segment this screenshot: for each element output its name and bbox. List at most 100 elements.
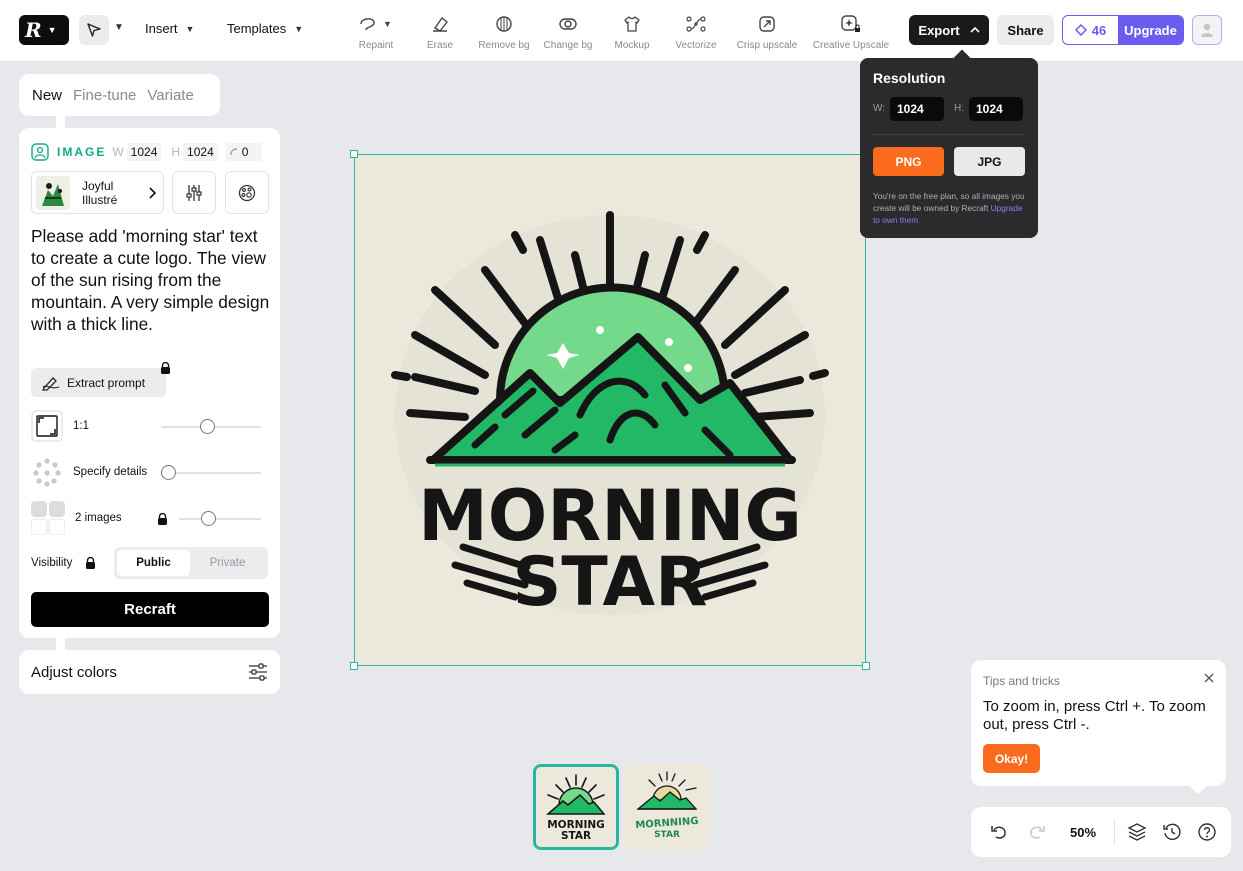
height-input[interactable]: 1024 (183, 143, 218, 161)
export-popup: Resolution W: 1024 H: 1024 PNG JPG You'r… (860, 58, 1038, 238)
export-width-input[interactable]: 1024 (890, 97, 944, 121)
aspect-ratio-icon (31, 410, 63, 442)
style-selector[interactable]: Joyful Illustré (31, 171, 164, 214)
adjust-colors-panel[interactable]: Adjust colors (19, 650, 280, 694)
vectorize-tool[interactable]: Vectorize (656, 10, 736, 51)
remove-bg-label: Remove bg (478, 40, 530, 51)
zoom-level[interactable]: 50% (1070, 825, 1096, 840)
change-bg-label: Change bg (543, 40, 593, 51)
dots-circle-icon (33, 458, 61, 487)
upgrade-button[interactable]: Upgrade (1118, 16, 1183, 44)
resize-handle-bottom-right[interactable] (862, 662, 870, 670)
svg-text:▼: ▼ (383, 19, 392, 29)
app-menu-button[interactable]: R ▼ (19, 15, 69, 45)
image-count-slider-handle[interactable] (201, 511, 216, 526)
resolution-title: Resolution (873, 70, 946, 86)
history-icon[interactable] (1162, 822, 1182, 842)
free-plan-note: You're on the free plan, so all images y… (873, 190, 1027, 226)
change-bg-icon (559, 18, 577, 30)
color-palette-button[interactable] (225, 171, 269, 214)
jpg-label: JPG (977, 154, 1002, 169)
export-height-input[interactable]: 1024 (969, 97, 1023, 121)
mockup-label: Mockup (614, 40, 650, 51)
vectorize-icon (686, 16, 706, 32)
style-name: Joyful Illustré (82, 178, 118, 207)
insert-menu[interactable]: Insert ▼ (145, 21, 194, 36)
insert-menu-label: Insert (145, 21, 178, 36)
credits-button[interactable]: 46 (1063, 16, 1118, 44)
close-icon[interactable] (1204, 673, 1214, 683)
image-count-slider[interactable] (179, 518, 261, 520)
aspect-ratio-row[interactable]: 1:1 (31, 410, 89, 442)
rotation-input[interactable]: 0 (225, 143, 263, 161)
thumbnail-image: MORNING STAR (536, 767, 616, 847)
thumbnail-text-line2: STAR (654, 830, 680, 840)
pen-icon (41, 376, 60, 391)
crisp-upscale-label: Crisp upscale (736, 40, 798, 51)
grid-icon (31, 501, 65, 535)
angle-icon (230, 148, 237, 156)
details-slider-handle[interactable] (161, 465, 176, 480)
repaint-icon: ▼ (360, 18, 392, 31)
export-png-button[interactable]: PNG (873, 147, 944, 176)
creative-upscale-label: Creative Upscale (812, 40, 890, 51)
user-icon (1201, 23, 1213, 37)
chevron-down-icon: ▼ (185, 23, 195, 34)
redo-icon[interactable] (1027, 822, 1047, 842)
width-input[interactable]: 1024 (126, 143, 162, 161)
tab-fine-tune[interactable]: Fine-tune (73, 87, 136, 104)
resize-handle-bottom-left[interactable] (350, 662, 358, 670)
chevron-down-icon[interactable]: ▼ (114, 22, 124, 33)
prompt-input[interactable]: Please add 'morning star' text to create… (31, 225, 271, 335)
extract-prompt-button[interactable]: Extract prompt (31, 368, 166, 397)
sliders-icon (186, 184, 202, 201)
result-thumbnail-1[interactable]: MORNING STAR (533, 764, 619, 850)
tips-title: Tips and tricks (983, 674, 1060, 688)
height-label: H (171, 145, 181, 159)
help-icon[interactable] (1197, 822, 1217, 842)
vectorize-label: Vectorize (675, 40, 717, 51)
png-label: PNG (895, 154, 922, 169)
tips-popup: Tips and tricks To zoom in, press Ctrl +… (971, 660, 1226, 786)
tab-new[interactable]: New (32, 87, 62, 104)
private-option[interactable]: Private (190, 550, 265, 576)
sliders-horizontal-icon (249, 663, 267, 681)
tab-variate[interactable]: Variate (147, 87, 193, 104)
image-type-label[interactable]: IMAGE (57, 145, 106, 159)
visibility-toggle: Public Private (114, 547, 268, 579)
credits-count: 46 (1091, 22, 1107, 38)
avatar[interactable] (1192, 15, 1222, 45)
result-thumbnail-2[interactable]: MORNNING STAR (624, 764, 710, 850)
crisp-upscale-tool[interactable]: Crisp upscale (727, 10, 807, 51)
style-settings-button[interactable] (172, 171, 216, 214)
erase-label: Erase (426, 40, 454, 51)
recraft-button[interactable]: Recraft (31, 592, 269, 627)
image-icon (31, 143, 49, 161)
lock-icon (158, 513, 167, 525)
layers-icon[interactable] (1127, 822, 1147, 842)
templates-menu[interactable]: Templates ▼ (227, 21, 303, 36)
resize-handle-top-left[interactable] (350, 150, 358, 158)
mode-tabs: New Fine-tune Variate (19, 74, 220, 116)
select-tool-button[interactable] (79, 15, 109, 45)
adjust-colors-label: Adjust colors (31, 663, 117, 681)
export-jpg-button[interactable]: JPG (954, 147, 1025, 176)
upgrade-label: Upgrade (1124, 22, 1177, 38)
public-option[interactable]: Public (117, 550, 190, 576)
tshirt-icon (624, 16, 640, 32)
undo-icon[interactable] (989, 822, 1009, 842)
diamond-icon (1074, 24, 1087, 36)
export-width-label: W: (873, 103, 886, 114)
palette-icon (238, 184, 256, 201)
image-count-row[interactable]: 2 images (31, 501, 122, 535)
specify-details-row[interactable]: Specify details (31, 456, 147, 488)
creative-upscale-tool[interactable]: Creative Upscale (811, 10, 891, 51)
aspect-ratio-slider-handle[interactable] (200, 419, 215, 434)
details-slider[interactable] (167, 472, 261, 474)
export-button[interactable]: Export (909, 15, 989, 45)
export-height-label: H: (954, 103, 964, 114)
canvas-artboard[interactable]: MORNING STAR (354, 154, 866, 666)
okay-button[interactable]: Okay! (983, 744, 1040, 773)
share-button[interactable]: Share (997, 15, 1054, 45)
generated-logo-image[interactable]: MORNING STAR (355, 155, 865, 665)
